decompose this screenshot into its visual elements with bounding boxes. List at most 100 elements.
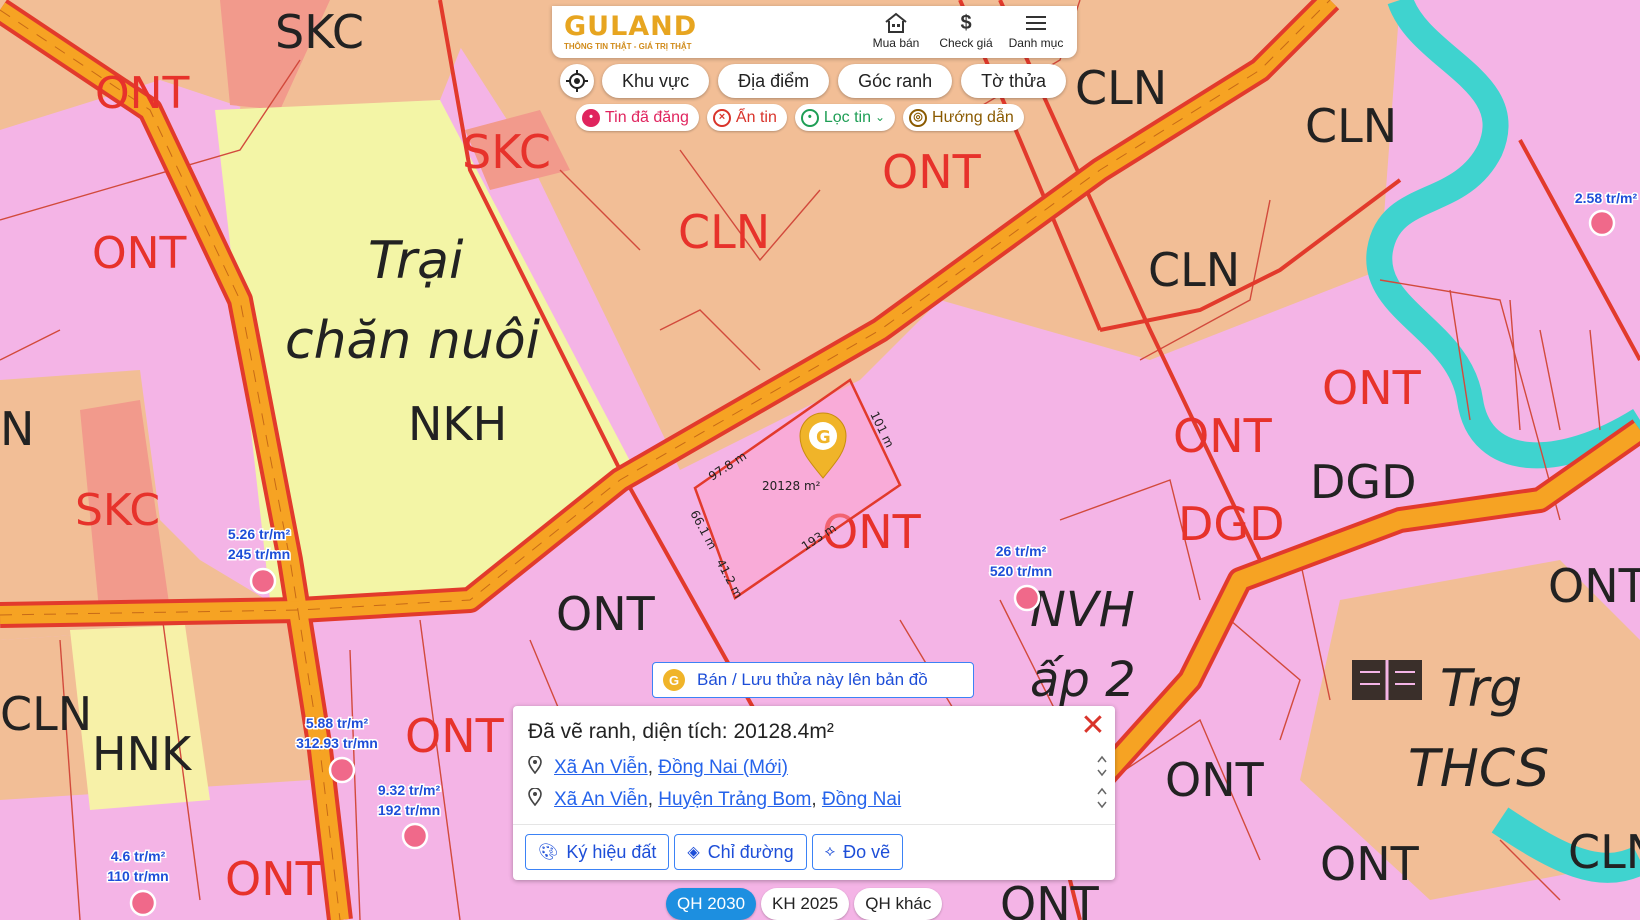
nav-buy-sell[interactable]: Mua bán [861, 10, 931, 50]
chip-filter[interactable]: • Lọc tin ⌄ [794, 104, 896, 131]
nav-label: Danh mục [1008, 36, 1064, 50]
price-marker[interactable] [249, 567, 277, 595]
filter-chip-row: • Tin đã đăng × Ẩn tin • Lọc tin ⌄ ◎ Hướ… [576, 104, 1032, 131]
zone-label: ONT [556, 587, 656, 641]
tab-kh-2025[interactable]: KH 2025 [761, 888, 850, 920]
zone-label: ONT [1322, 361, 1422, 415]
save-parcel-button[interactable]: G Bán / Lưu thửa này lên bản đồ [652, 662, 974, 698]
commune-link[interactable]: Xã An Viễn [554, 757, 648, 779]
zone-label: NKH [408, 397, 507, 451]
zone-label: ấp 2 [1030, 652, 1136, 708]
zone-label: CLN [0, 687, 92, 741]
price-label: 312.93 tr/mn [296, 735, 378, 751]
price-marker[interactable] [1013, 584, 1041, 612]
button-label: Đo vẽ [843, 841, 891, 862]
divider [513, 824, 1115, 825]
district-link[interactable]: Huyện Trảng Bom [658, 789, 811, 811]
address-old: Xã An Viễn, Huyện Trảng Bom, Đồng Nai [528, 787, 901, 812]
pill-sheet-parcel[interactable]: Tờ thửa [961, 64, 1067, 98]
commune-link[interactable]: Xã An Viễn [554, 789, 648, 811]
location-marker-icon [528, 787, 542, 812]
nav-menu[interactable]: Danh mục [1001, 10, 1071, 50]
price-marker[interactable] [129, 889, 157, 917]
logo[interactable]: GULAND THÔNG TIN THẬT - GIÁ TRỊ THẬT [564, 12, 697, 52]
price-label: 245 tr/mn [228, 546, 290, 562]
measure-button[interactable]: ⟡ Đo vẽ [811, 834, 904, 870]
zone-label: ONT [1173, 409, 1273, 463]
zone-label: DGD [1178, 497, 1285, 551]
chip-label: Ẩn tin [735, 109, 777, 126]
price-label: 192 tr/mn [378, 802, 440, 818]
zone-label: CLN [1148, 243, 1240, 297]
tab-qh-2030[interactable]: QH 2030 [666, 888, 757, 920]
scroll-arrows[interactable] [1095, 786, 1109, 810]
price-label: 9.32 tr/m² [378, 782, 441, 798]
dollar-icon: $ [960, 11, 972, 34]
chip-posted[interactable]: • Tin đã đăng [576, 104, 699, 131]
zone-label: CLN [1075, 61, 1167, 115]
price-marker[interactable] [328, 756, 356, 784]
panel-actions: 🎨︎ Ký hiệu đất ◈ Chỉ đường ⟡ Đo vẽ [525, 834, 908, 870]
zone-label: ONT [225, 852, 325, 906]
directions-button[interactable]: ◈ Chỉ đường [674, 834, 807, 870]
zone-label: SKC [275, 5, 364, 59]
province-link[interactable]: Đồng Nai [822, 789, 901, 811]
zone-label: NVH [1030, 582, 1135, 638]
guide-icon: ◎ [909, 108, 928, 127]
price-label: 5.26 tr/m² [228, 526, 291, 542]
pill-place[interactable]: Địa điểm [718, 64, 830, 98]
zone-label: ONT [1000, 877, 1100, 920]
chip-hide[interactable]: × Ẩn tin [706, 104, 787, 131]
panel-title: Đã vẽ ranh, diện tích: 20128.4m² [528, 720, 834, 743]
guland-logo-icon: G [663, 669, 685, 691]
zone-label: DGD [1310, 455, 1417, 509]
parcel-area-label: 20128 m² [762, 479, 821, 493]
price-label: 5.88 tr/m² [306, 715, 369, 731]
posted-icon: • [582, 108, 600, 127]
price-marker[interactable] [401, 822, 429, 850]
zone-label: ONT [92, 228, 187, 279]
address-new: Xã An Viễn, Đồng Nai (Mới) [528, 755, 788, 780]
pill-corner[interactable]: Góc ranh [838, 64, 953, 98]
zone-label: HNK [92, 727, 193, 781]
parcel-info-panel: Đã vẽ ranh, diện tích: 20128.4m² ✕ Xã An… [513, 706, 1115, 880]
locate-button[interactable] [560, 64, 594, 98]
logo-tagline: THÔNG TIN THẬT - GIÁ TRỊ THẬT [564, 42, 692, 51]
scroll-arrows[interactable] [1095, 754, 1109, 778]
land-symbol-button[interactable]: 🎨︎ Ký hiệu đất [525, 834, 670, 870]
zone-label: Trg [1440, 659, 1522, 719]
zone-label: ONT [1165, 753, 1265, 807]
zone-label: CLN [1305, 99, 1397, 153]
zone-label: ONT [95, 68, 190, 119]
nav-label: Mua bán [872, 36, 920, 50]
house-icon [861, 10, 931, 36]
button-label: Ký hiệu đất [566, 841, 657, 862]
button-label: Chỉ đường [707, 841, 794, 862]
hide-icon: × [712, 108, 731, 127]
chip-label: Tin đã đăng [605, 109, 689, 126]
top-nav: Mua bán $ Check giá Danh mục [861, 10, 1071, 51]
directions-icon: ◈ [687, 844, 700, 861]
nav-label: Check giá [939, 36, 993, 50]
province-link[interactable]: Đồng Nai (Mới) [658, 757, 788, 779]
zone-label: ONT [1548, 559, 1640, 613]
palette-icon: 🎨︎ [538, 844, 559, 861]
close-icon[interactable]: ✕ [1079, 711, 1107, 741]
price-label: 4.6 tr/m² [111, 848, 166, 864]
price-marker[interactable] [1588, 209, 1616, 237]
logo-text: GULAND [564, 11, 698, 42]
filter-pin-icon: • [800, 108, 819, 127]
zone-label: CLN [678, 205, 770, 259]
chevron-down-icon: ⌄ [874, 110, 886, 124]
measure-icon: ⟡ [824, 843, 836, 860]
zone-label: SKC [75, 485, 160, 536]
nav-check-price[interactable]: $ Check giá [931, 10, 1001, 51]
chip-guide[interactable]: ◎ Hướng dẫn [903, 104, 1024, 131]
zone-label: Trại [368, 231, 464, 291]
top-header: GULAND THÔNG TIN THẬT - GIÁ TRỊ THẬT Mua… [552, 6, 1077, 58]
zone-label: chăn nuôi [285, 311, 541, 371]
chip-label: Hướng dẫn [932, 109, 1014, 126]
location-marker-icon [528, 755, 542, 780]
tab-qh-other[interactable]: QH khác [854, 888, 943, 920]
pill-area[interactable]: Khu vực [602, 64, 710, 98]
